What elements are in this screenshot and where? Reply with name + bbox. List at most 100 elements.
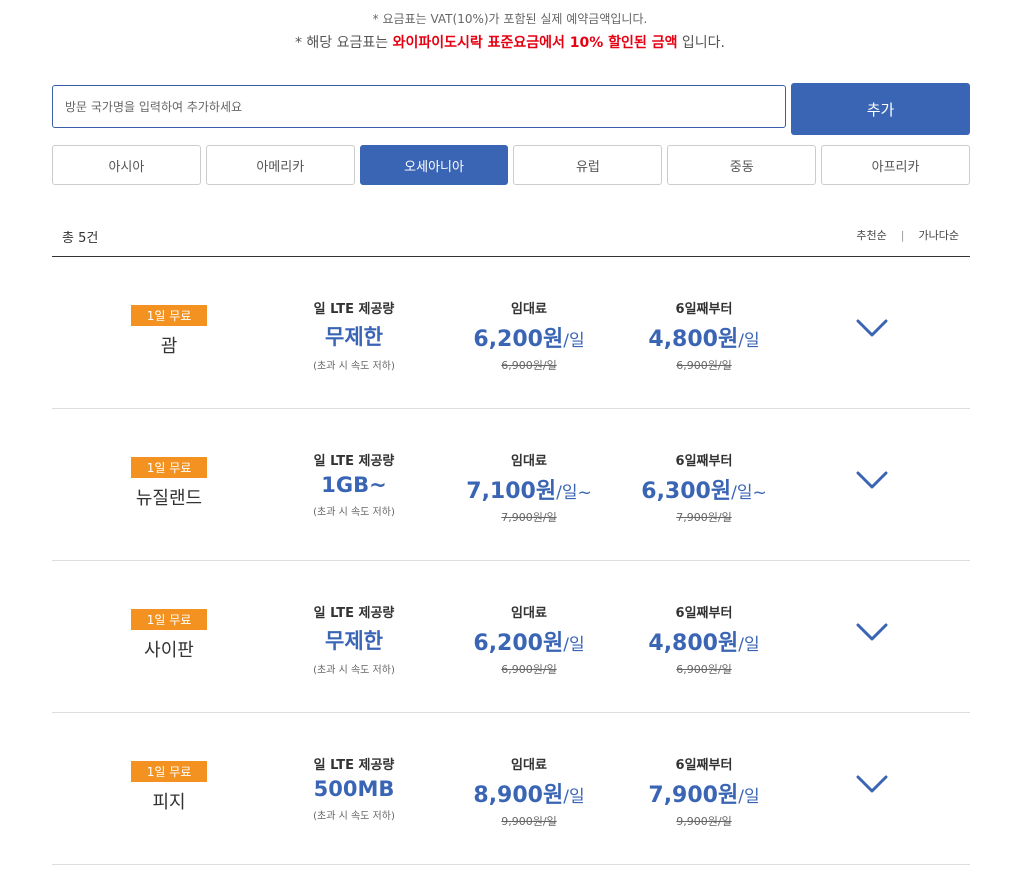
expand-toggle[interactable] bbox=[856, 621, 888, 643]
rent-original-price: 6,900원/일 bbox=[501, 663, 557, 676]
country-name: 사이판 bbox=[144, 640, 194, 661]
country-search-input[interactable] bbox=[52, 85, 786, 128]
rental-fee: 임대료 6,200원/일 6,900원/일 bbox=[449, 602, 609, 677]
add-country-button[interactable]: 추가 bbox=[791, 83, 970, 135]
day6-price-unit: /일 bbox=[738, 787, 760, 807]
rent-price-value: 7,100원 bbox=[466, 479, 557, 504]
data-note: (초과 시 속도 저하) bbox=[313, 665, 395, 676]
day6-price: 4,800원/일 bbox=[624, 625, 784, 657]
rent-label: 임대료 bbox=[511, 606, 547, 621]
discount-notice-suffix: 입니다. bbox=[677, 35, 726, 51]
vat-notice: * 요금표는 VAT(10%)가 포함된 실제 예약금액입니다. bbox=[372, 12, 648, 26]
country-name: 피지 bbox=[152, 792, 186, 813]
total-count: 총 5건 bbox=[62, 231, 99, 246]
tab-middle-east[interactable]: 중동 bbox=[667, 145, 817, 185]
day6-price-value: 4,800원 bbox=[648, 631, 739, 656]
tab-oceania[interactable]: 오세아니아 bbox=[359, 145, 509, 185]
free-day-badge: 1일 무료 bbox=[131, 457, 207, 478]
data-label: 일 LTE 제공량 bbox=[313, 606, 395, 621]
day6-fee: 6일째부터 6,300원/일~ 7,900원/일 bbox=[624, 450, 784, 525]
day6-label: 6일째부터 bbox=[675, 302, 733, 317]
rental-fee: 임대료 6,200원/일 6,900원/일 bbox=[449, 298, 609, 373]
data-amount: 1GB~ bbox=[321, 473, 387, 497]
rent-price: 6,200원/일 bbox=[449, 321, 609, 353]
day6-fee: 6일째부터 7,900원/일 9,900원/일 bbox=[624, 754, 784, 829]
day6-price-unit: /일 bbox=[738, 331, 760, 351]
day6-label: 6일째부터 bbox=[675, 454, 733, 469]
data-allowance: 일 LTE 제공량 500MB (초과 시 속도 저하) bbox=[274, 754, 434, 822]
day6-original-price: 7,900원/일 bbox=[676, 511, 732, 524]
day6-price-unit: /일~ bbox=[731, 483, 767, 503]
data-amount: 무제한 bbox=[325, 325, 383, 349]
chevron-down-icon bbox=[856, 319, 888, 337]
tab-europe[interactable]: 유럽 bbox=[513, 145, 663, 185]
discount-notice-highlight: 와이파이도시락 표준요금에서 10% 할인된 금액 bbox=[392, 35, 678, 51]
rent-price-unit: /일 bbox=[563, 787, 585, 807]
day6-price: 7,900원/일 bbox=[624, 777, 784, 809]
day6-fee: 6일째부터 4,800원/일 6,900원/일 bbox=[624, 298, 784, 373]
chevron-down-icon bbox=[856, 623, 888, 641]
country-name: 괌 bbox=[160, 336, 178, 357]
day6-label: 6일째부터 bbox=[675, 606, 733, 621]
tab-asia[interactable]: 아시아 bbox=[52, 145, 201, 185]
day6-original-price: 9,900원/일 bbox=[676, 815, 732, 828]
day6-price-value: 6,300원 bbox=[641, 479, 732, 504]
data-allowance: 일 LTE 제공량 1GB~ (초과 시 속도 저하) bbox=[274, 450, 434, 518]
tab-africa[interactable]: 아프리카 bbox=[821, 145, 970, 185]
chevron-down-icon bbox=[856, 775, 888, 793]
day6-label: 6일째부터 bbox=[675, 758, 733, 773]
data-amount: 500MB bbox=[313, 777, 395, 801]
discount-notice-prefix: * 해당 요금표는 bbox=[294, 35, 393, 51]
rent-price-value: 8,900원 bbox=[473, 783, 564, 808]
country-name: 뉴질랜드 bbox=[135, 488, 203, 509]
list-item: 1일 무료 괌 일 LTE 제공량 무제한 (초과 시 속도 저하) 임대료 6… bbox=[52, 257, 970, 409]
discount-notice: * 해당 요금표는 와이파이도시락 표준요금에서 10% 할인된 금액 입니다. bbox=[0, 32, 1020, 52]
rental-fee: 임대료 7,100원/일~ 7,900원/일 bbox=[449, 450, 609, 525]
region-tabs: 아시아 아메리카 오세아니아 유럽 중동 아프리카 bbox=[52, 145, 970, 185]
data-label: 일 LTE 제공량 bbox=[313, 454, 395, 469]
rent-original-price: 7,900원/일 bbox=[501, 511, 557, 524]
free-day-badge: 1일 무료 bbox=[131, 609, 207, 630]
sort-alpha-link[interactable]: 가나다순 bbox=[919, 227, 959, 243]
data-note: (초과 시 속도 저하) bbox=[313, 811, 395, 822]
free-day-badge: 1일 무료 bbox=[131, 761, 207, 782]
rent-label: 임대료 bbox=[511, 302, 547, 317]
rent-label: 임대료 bbox=[511, 758, 547, 773]
tab-america[interactable]: 아메리카 bbox=[205, 145, 355, 185]
rent-price-unit: /일~ bbox=[556, 483, 592, 503]
data-label: 일 LTE 제공량 bbox=[313, 302, 395, 317]
product-list: 1일 무료 괌 일 LTE 제공량 무제한 (초과 시 속도 저하) 임대료 6… bbox=[52, 257, 970, 865]
data-note: (초과 시 속도 저하) bbox=[313, 507, 395, 518]
list-item: 1일 무료 뉴질랜드 일 LTE 제공량 1GB~ (초과 시 속도 저하) 임… bbox=[52, 409, 970, 561]
expand-toggle[interactable] bbox=[856, 773, 888, 795]
day6-original-price: 6,900원/일 bbox=[676, 359, 732, 372]
day6-price: 6,300원/일~ bbox=[624, 473, 784, 505]
expand-toggle[interactable] bbox=[856, 469, 888, 491]
rent-price: 6,200원/일 bbox=[449, 625, 609, 657]
rent-price-unit: /일 bbox=[563, 635, 585, 655]
rent-label: 임대료 bbox=[511, 454, 547, 469]
day6-price: 4,800원/일 bbox=[624, 321, 784, 353]
list-item: 1일 무료 피지 일 LTE 제공량 500MB (초과 시 속도 저하) 임대… bbox=[52, 713, 970, 865]
rent-price: 7,100원/일~ bbox=[449, 473, 609, 505]
day6-price-value: 4,800원 bbox=[648, 327, 739, 352]
rent-price-value: 6,200원 bbox=[473, 631, 564, 656]
list-item: 1일 무료 사이판 일 LTE 제공량 무제한 (초과 시 속도 저하) 임대료… bbox=[52, 561, 970, 713]
rental-fee: 임대료 8,900원/일 9,900원/일 bbox=[449, 754, 609, 829]
sort-options: 추천순 | 가나다순 bbox=[856, 227, 959, 243]
rent-price: 8,900원/일 bbox=[449, 777, 609, 809]
sort-recommend-link[interactable]: 추천순 bbox=[856, 227, 886, 243]
data-amount: 무제한 bbox=[325, 629, 383, 653]
data-note: (초과 시 속도 저하) bbox=[313, 361, 395, 372]
free-day-badge: 1일 무료 bbox=[131, 305, 207, 326]
data-allowance: 일 LTE 제공량 무제한 (초과 시 속도 저하) bbox=[274, 298, 434, 372]
day6-price-value: 7,900원 bbox=[648, 783, 739, 808]
rent-original-price: 9,900원/일 bbox=[501, 815, 557, 828]
rent-price-unit: /일 bbox=[563, 331, 585, 351]
expand-toggle[interactable] bbox=[856, 317, 888, 339]
data-allowance: 일 LTE 제공량 무제한 (초과 시 속도 저하) bbox=[274, 602, 434, 676]
day6-price-unit: /일 bbox=[738, 635, 760, 655]
day6-fee: 6일째부터 4,800원/일 6,900원/일 bbox=[624, 602, 784, 677]
rent-price-value: 6,200원 bbox=[473, 327, 564, 352]
chevron-down-icon bbox=[856, 471, 888, 489]
